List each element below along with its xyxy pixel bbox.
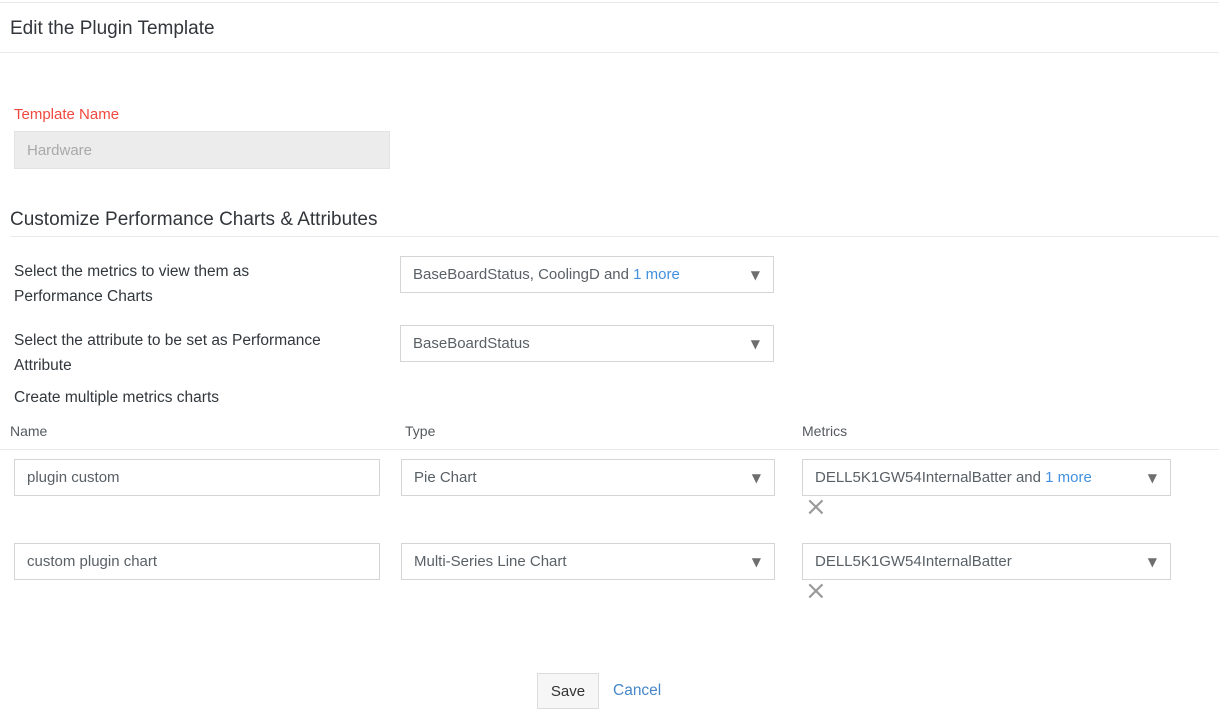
metrics-select-value: BaseBoardStatus, CoolingD and [413, 266, 633, 283]
cancel-link[interactable]: Cancel [613, 682, 661, 700]
caret-down-icon: ▼ [752, 472, 761, 484]
caret-down-icon: ▼ [751, 338, 760, 350]
create-charts-label: Create multiple metrics charts [14, 389, 1219, 407]
chart-metrics-dropdown[interactable]: DELL5K1GW54InternalBatter ▼ [802, 543, 1171, 580]
metrics-select-dropdown[interactable]: BaseBoardStatus, CoolingD and 1 more ▼ [400, 256, 774, 293]
chart-type-cell: Pie Chart ▼ [401, 459, 802, 496]
caret-down-icon: ▼ [1148, 556, 1157, 568]
section-heading: Customize Performance Charts & Attribute… [10, 209, 1219, 237]
chart-type-dropdown[interactable]: Multi-Series Line Chart ▼ [401, 543, 775, 580]
chart-name-cell [0, 543, 401, 580]
dropdown-value: Pie Chart [414, 469, 477, 486]
dropdown-value: DELL5K1GW54InternalBatter and 1 more [815, 469, 1092, 486]
chart-type-cell: Multi-Series Line Chart ▼ [401, 543, 802, 580]
metrics-more-link[interactable]: 1 more [633, 266, 680, 283]
template-name-input [14, 131, 390, 169]
page-header: Edit the Plugin Template [0, 2, 1219, 53]
attribute-select-label-text: Select the attribute to be set as Perfor… [14, 328, 364, 378]
column-header-type: Type [401, 424, 802, 439]
chart-type-dropdown[interactable]: Pie Chart ▼ [401, 459, 775, 496]
dropdown-value: BaseBoardStatus, CoolingD and 1 more [413, 266, 680, 283]
caret-down-icon: ▼ [751, 269, 760, 281]
chart-metrics-cell: DELL5K1GW54InternalBatter ▼ × [802, 543, 1219, 604]
attribute-select-label: Select the attribute to be set as Perfor… [0, 325, 400, 378]
edit-plugin-template-page: Edit the Plugin Template Template Name C… [0, 0, 1219, 715]
attribute-select-row: Select the attribute to be set as Perfor… [0, 325, 1219, 378]
chart-metrics-value: DELL5K1GW54InternalBatter [815, 553, 1012, 570]
remove-row-icon[interactable]: × [805, 581, 827, 601]
caret-down-icon: ▼ [1148, 472, 1157, 484]
page-title: Edit the Plugin Template [10, 18, 1209, 40]
metrics-select-label: Select the metrics to view them as Perfo… [0, 256, 400, 309]
chart-name-input[interactable] [14, 459, 380, 496]
column-header-metrics: Metrics [802, 424, 1219, 439]
metrics-select-label-text: Select the metrics to view them as Perfo… [14, 259, 314, 309]
dropdown-value: BaseBoardStatus [413, 335, 530, 352]
save-button[interactable]: Save [537, 673, 599, 709]
column-header-name: Name [0, 424, 401, 439]
dropdown-value: Multi-Series Line Chart [414, 553, 567, 570]
remove-row-icon[interactable]: × [805, 497, 827, 517]
chart-row: Multi-Series Line Chart ▼ DELL5K1GW54Int… [0, 543, 1219, 604]
chart-row: Pie Chart ▼ DELL5K1GW54InternalBatter an… [0, 459, 1219, 520]
attribute-select-dropdown[interactable]: BaseBoardStatus ▼ [400, 325, 774, 362]
dropdown-value: DELL5K1GW54InternalBatter [815, 553, 1012, 570]
chart-name-cell [0, 459, 401, 496]
metrics-select-row: Select the metrics to view them as Perfo… [0, 256, 1219, 309]
form-actions: Save Cancel [537, 673, 1219, 709]
charts-table-header: Name Type Metrics [0, 424, 1219, 450]
chart-name-input[interactable] [14, 543, 380, 580]
template-name-label: Template Name [14, 106, 1219, 124]
chart-metrics-cell: DELL5K1GW54InternalBatter and 1 more ▼ × [802, 459, 1219, 520]
chart-metrics-dropdown[interactable]: DELL5K1GW54InternalBatter and 1 more ▼ [802, 459, 1171, 496]
metrics-more-link[interactable]: 1 more [1045, 469, 1092, 486]
caret-down-icon: ▼ [752, 556, 761, 568]
chart-metrics-value: DELL5K1GW54InternalBatter and [815, 469, 1045, 486]
